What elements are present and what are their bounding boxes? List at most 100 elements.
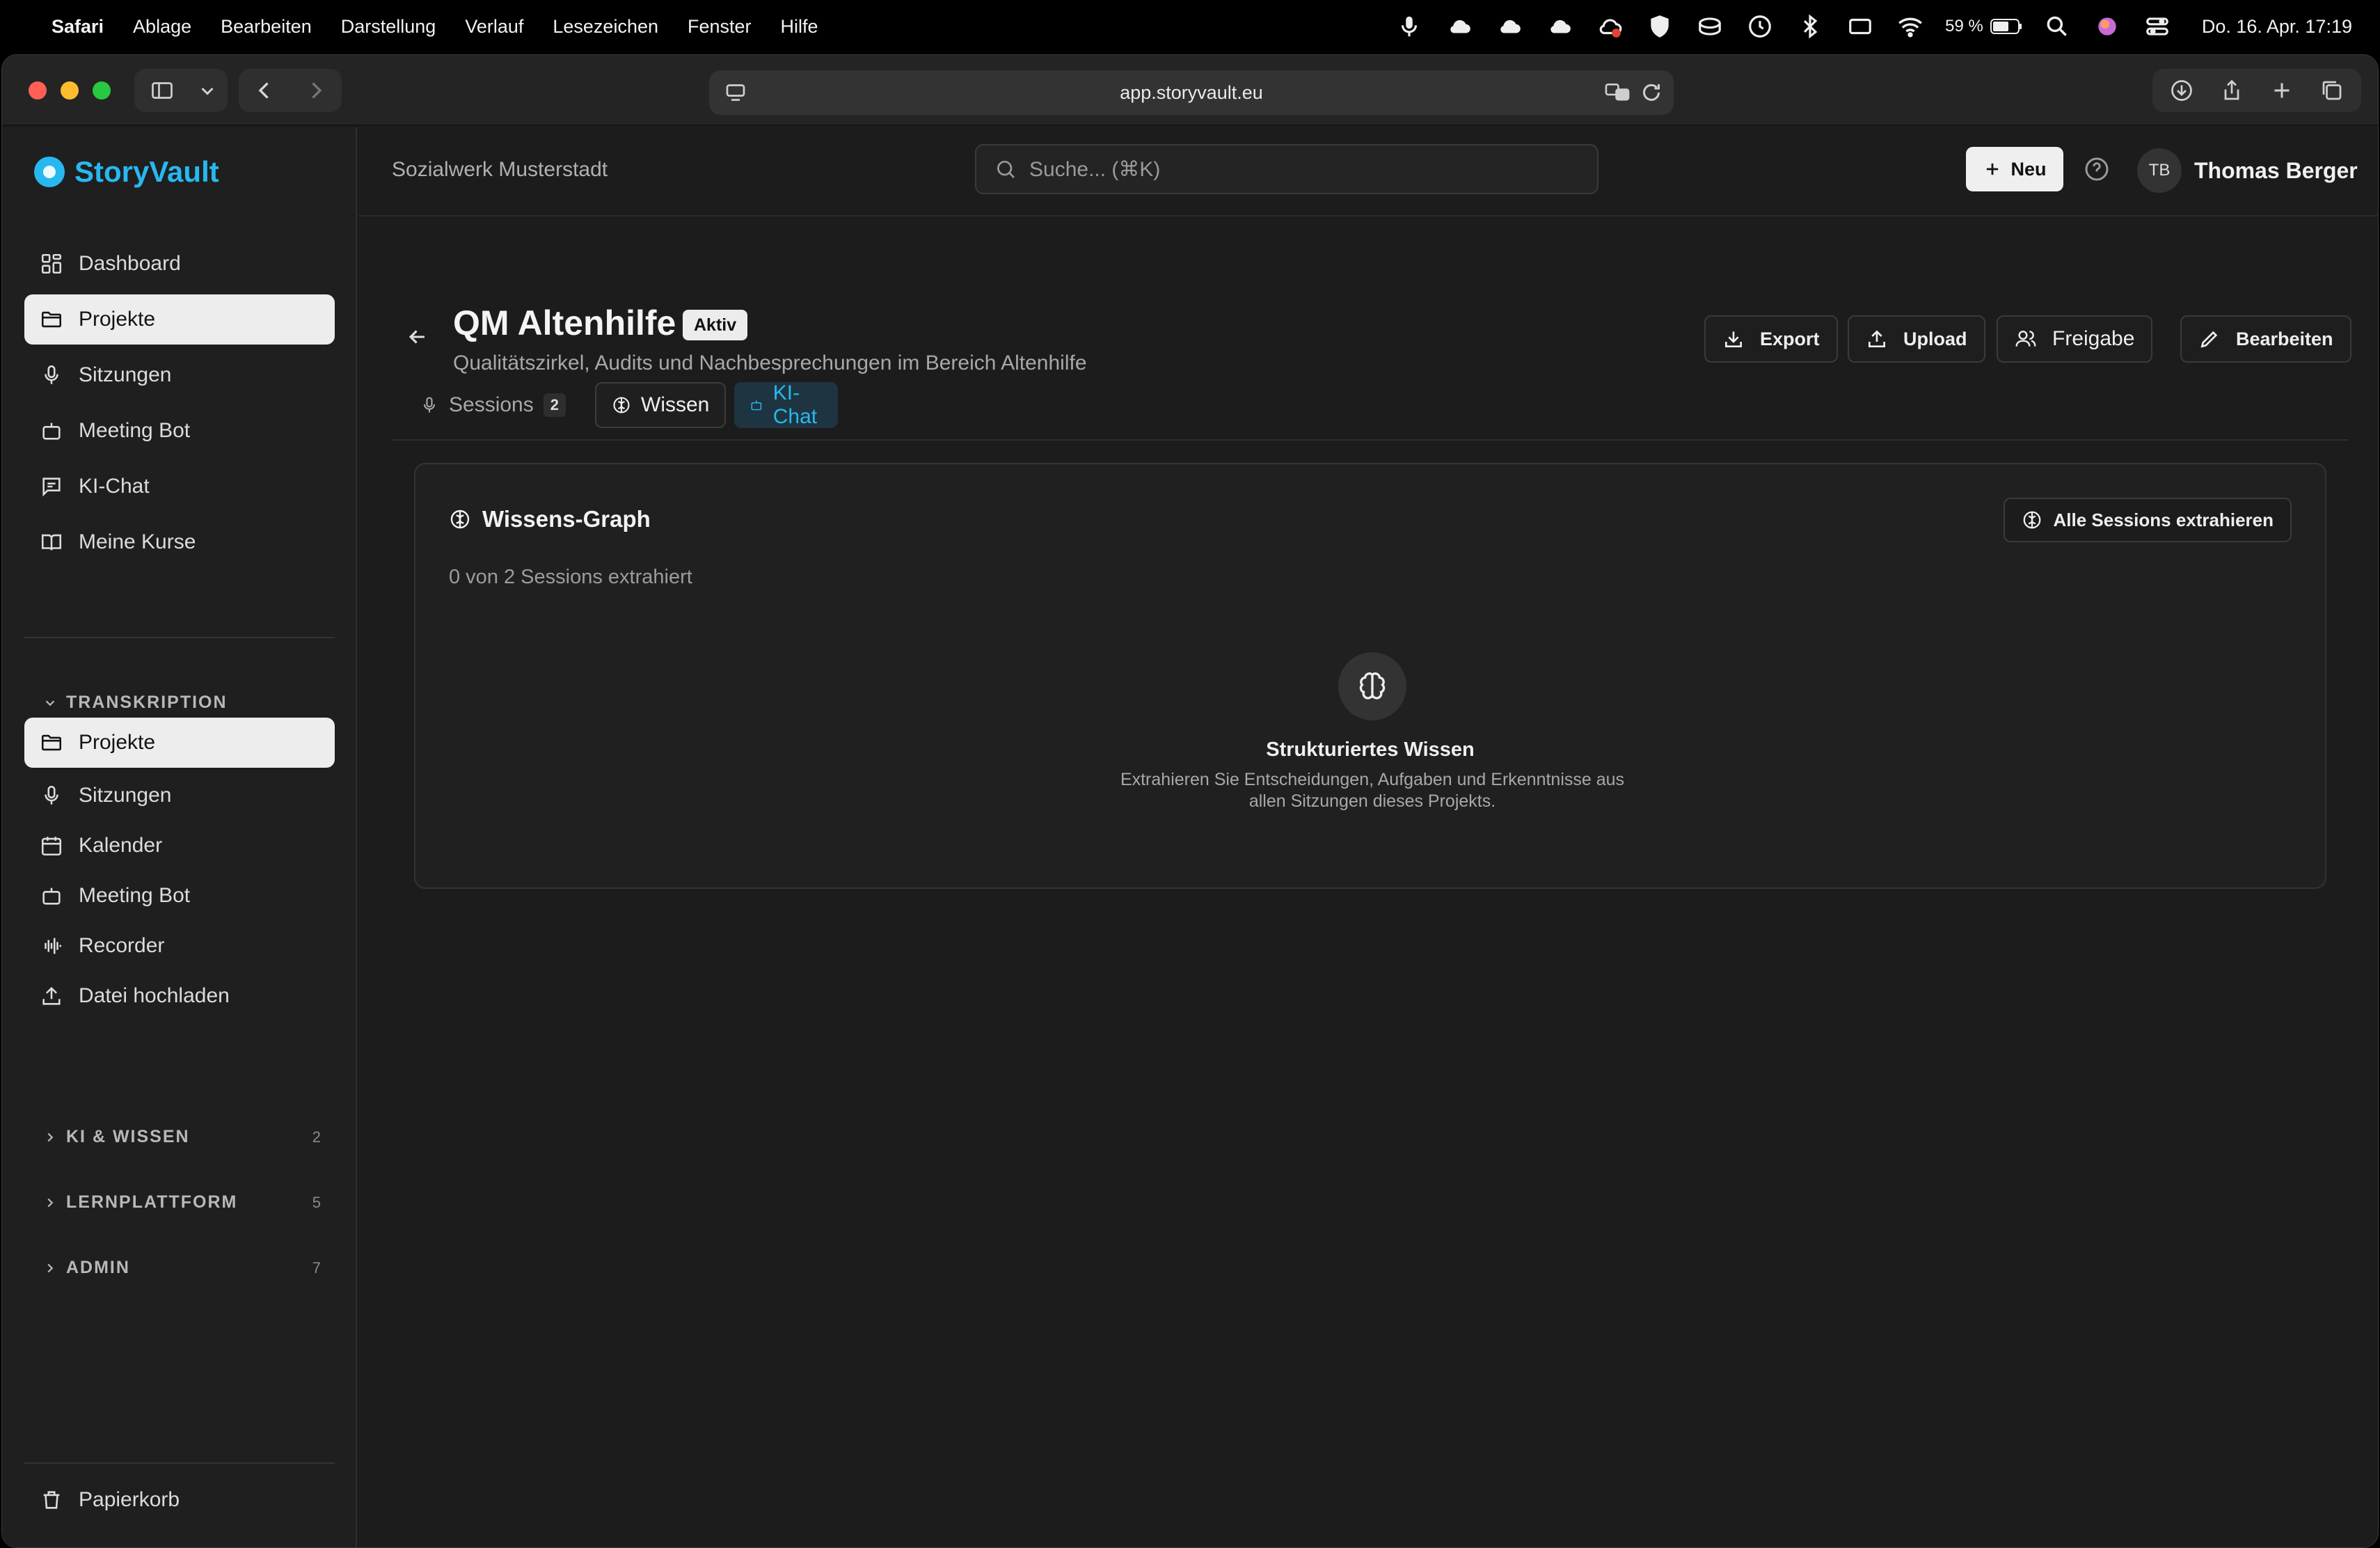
sidebar-toggle-group xyxy=(134,69,228,112)
reload-icon[interactable] xyxy=(1639,80,1664,105)
card-title: Wissens-Graph xyxy=(482,506,651,532)
sidebar-item-label: Dashboard xyxy=(79,252,181,275)
avatar[interactable]: TB xyxy=(2137,148,2182,193)
sidebar-item-label: Meeting Bot xyxy=(79,884,191,907)
menu-fenster[interactable]: Fenster xyxy=(688,16,752,38)
control-center-icon[interactable] xyxy=(2142,11,2173,42)
chevron-down-icon[interactable] xyxy=(190,69,225,112)
sidebar-toggle-icon[interactable] xyxy=(134,69,190,112)
menu-darstellung[interactable]: Darstellung xyxy=(341,16,436,38)
sidebar-item-projekte[interactable]: Projekte xyxy=(24,718,335,768)
sidebar-item-datei-hochladen[interactable]: Datei hochladen xyxy=(24,974,335,1018)
empty-state-icon xyxy=(1338,652,1406,720)
brain-icon xyxy=(1359,672,1386,700)
sidebar-item-label: Meine Kurse xyxy=(79,530,196,553)
new-button[interactable]: Neu xyxy=(1966,147,2063,191)
empty-state-title: Strukturiertes Wissen xyxy=(1266,739,1475,761)
address-bar[interactable]: app.storyvault.eu xyxy=(709,70,1674,115)
microphone-status-icon[interactable] xyxy=(1394,11,1425,42)
empty-state-description: Extrahieren Sie Entscheidungen, Aufgaben… xyxy=(1120,770,1625,811)
tab-ki-chat[interactable]: KI-Chat xyxy=(734,381,839,428)
sidebar-item-meeting-bot[interactable]: Meeting Bot xyxy=(24,406,335,456)
book-icon xyxy=(41,534,62,551)
sidebar-item-label: KI-Chat xyxy=(79,475,150,498)
minimize-window-button[interactable] xyxy=(61,81,79,100)
cloud-icon[interactable] xyxy=(1494,11,1525,42)
microphone-icon xyxy=(423,397,436,413)
download-icon xyxy=(1725,331,1742,347)
organization-name[interactable]: Sozialwerk Musterstadt xyxy=(392,158,608,182)
upload-button[interactable]: Upload xyxy=(1848,315,1985,363)
app-logo[interactable]: StoryVault xyxy=(34,155,219,189)
sidebar-item-meine-kurse[interactable]: Meine Kurse xyxy=(24,517,335,567)
sidebar-item-kalender[interactable]: Kalender xyxy=(24,823,335,868)
siri-icon[interactable] xyxy=(2092,11,2123,42)
keyboard-icon[interactable] xyxy=(1845,11,1875,42)
spotlight-search-icon[interactable] xyxy=(2042,11,2072,42)
edit-button[interactable]: Bearbeiten xyxy=(2180,315,2351,363)
cloud-alert-icon[interactable] xyxy=(1594,11,1625,42)
translate-icon[interactable] xyxy=(1604,80,1631,105)
main-nav: Dashboard Projekte Sitzungen Meeting Bot… xyxy=(24,239,335,573)
sidebar-item-papierkorb[interactable]: Papierkorb xyxy=(24,1475,335,1525)
forward-icon[interactable] xyxy=(290,69,342,112)
time-machine-icon[interactable] xyxy=(1745,11,1775,42)
menu-lesezeichen[interactable]: Lesezeichen xyxy=(553,16,658,38)
menu-hilfe[interactable]: Hilfe xyxy=(781,16,818,38)
back-icon[interactable] xyxy=(239,69,290,112)
sidebar-item-projekte[interactable]: Projekte xyxy=(24,294,335,345)
sidebar-item-dashboard[interactable]: Dashboard xyxy=(24,239,335,289)
sidebar-item-meeting-bot[interactable]: Meeting Bot xyxy=(24,874,335,918)
chevron-right-icon xyxy=(47,1132,54,1142)
section-transkription[interactable]: TRANSKRIPTION xyxy=(42,693,321,713)
menu-bearbeiten[interactable]: Bearbeiten xyxy=(221,16,312,38)
sidebar-item-sitzungen[interactable]: Sitzungen xyxy=(24,773,335,818)
export-button[interactable]: Export xyxy=(1704,315,1838,363)
section-ki-wissen[interactable]: KI & WISSEN 2 xyxy=(42,1127,321,1147)
battery-status[interactable]: 59 % xyxy=(1945,17,2022,36)
window-controls xyxy=(29,81,111,100)
downloads-icon[interactable] xyxy=(2157,69,2207,112)
battery-percent: 59 % xyxy=(1945,17,1983,35)
sidebar-item-recorder[interactable]: Recorder xyxy=(24,924,335,968)
bluetooth-icon[interactable] xyxy=(1795,11,1825,42)
cloud-sync-icon[interactable] xyxy=(1544,11,1575,42)
sidebar-item-label: Kalender xyxy=(79,834,163,857)
drive-icon[interactable] xyxy=(1695,11,1725,42)
cloud-icon[interactable] xyxy=(1444,11,1475,42)
search-input[interactable]: Suche... (⌘K) xyxy=(975,144,1598,194)
extract-all-sessions-button[interactable]: Alle Sessions extrahieren xyxy=(2003,498,2292,542)
share-label: Freigabe xyxy=(2052,327,2135,350)
shield-icon[interactable] xyxy=(1644,11,1675,42)
fullscreen-window-button[interactable] xyxy=(93,81,111,100)
help-icon[interactable] xyxy=(2083,155,2111,183)
sidebar-item-ki-chat[interactable]: KI-Chat xyxy=(24,461,335,512)
menubar-clock[interactable]: Do. 16. Apr. 17:19 xyxy=(2202,16,2352,38)
microphone-icon xyxy=(45,365,58,384)
footer-nav: Papierkorb xyxy=(24,1475,335,1531)
user-name[interactable]: Thomas Berger xyxy=(2194,158,2358,184)
app-header: Sozialwerk Musterstadt Suche... (⌘K) Neu… xyxy=(358,127,2378,216)
share-icon[interactable] xyxy=(2207,69,2257,112)
menu-ablage[interactable]: Ablage xyxy=(133,16,191,38)
tab-overview-icon[interactable] xyxy=(2307,69,2357,112)
new-tab-icon[interactable] xyxy=(2257,69,2307,112)
section-lernplattform[interactable]: LERNPLATTFORM 5 xyxy=(42,1192,321,1213)
menu-app-name[interactable]: Safari xyxy=(51,16,104,38)
tab-wissen[interactable]: Wissen xyxy=(595,382,727,428)
menu-verlauf[interactable]: Verlauf xyxy=(465,16,523,38)
back-arrow-icon[interactable] xyxy=(406,325,429,349)
sidebar-item-label: Meeting Bot xyxy=(79,419,191,442)
close-window-button[interactable] xyxy=(29,81,47,100)
sidebar-item-sitzungen[interactable]: Sitzungen xyxy=(24,350,335,400)
storyvault-app: StoryVault Dashboard Projekte Sitzungen xyxy=(2,127,2378,1547)
chevron-right-icon xyxy=(47,1198,54,1207)
page-title: QM Altenhilfe xyxy=(453,303,676,342)
tab-sessions[interactable]: Sessions 2 xyxy=(404,382,581,428)
microphone-icon xyxy=(45,785,58,805)
share-button[interactable]: Freigabe xyxy=(1997,315,2153,363)
page-menu-icon[interactable] xyxy=(723,80,748,105)
sidebar-item-label: Papierkorb xyxy=(79,1488,180,1511)
section-admin[interactable]: ADMIN 7 xyxy=(42,1258,321,1278)
wifi-icon[interactable] xyxy=(1895,11,1926,42)
